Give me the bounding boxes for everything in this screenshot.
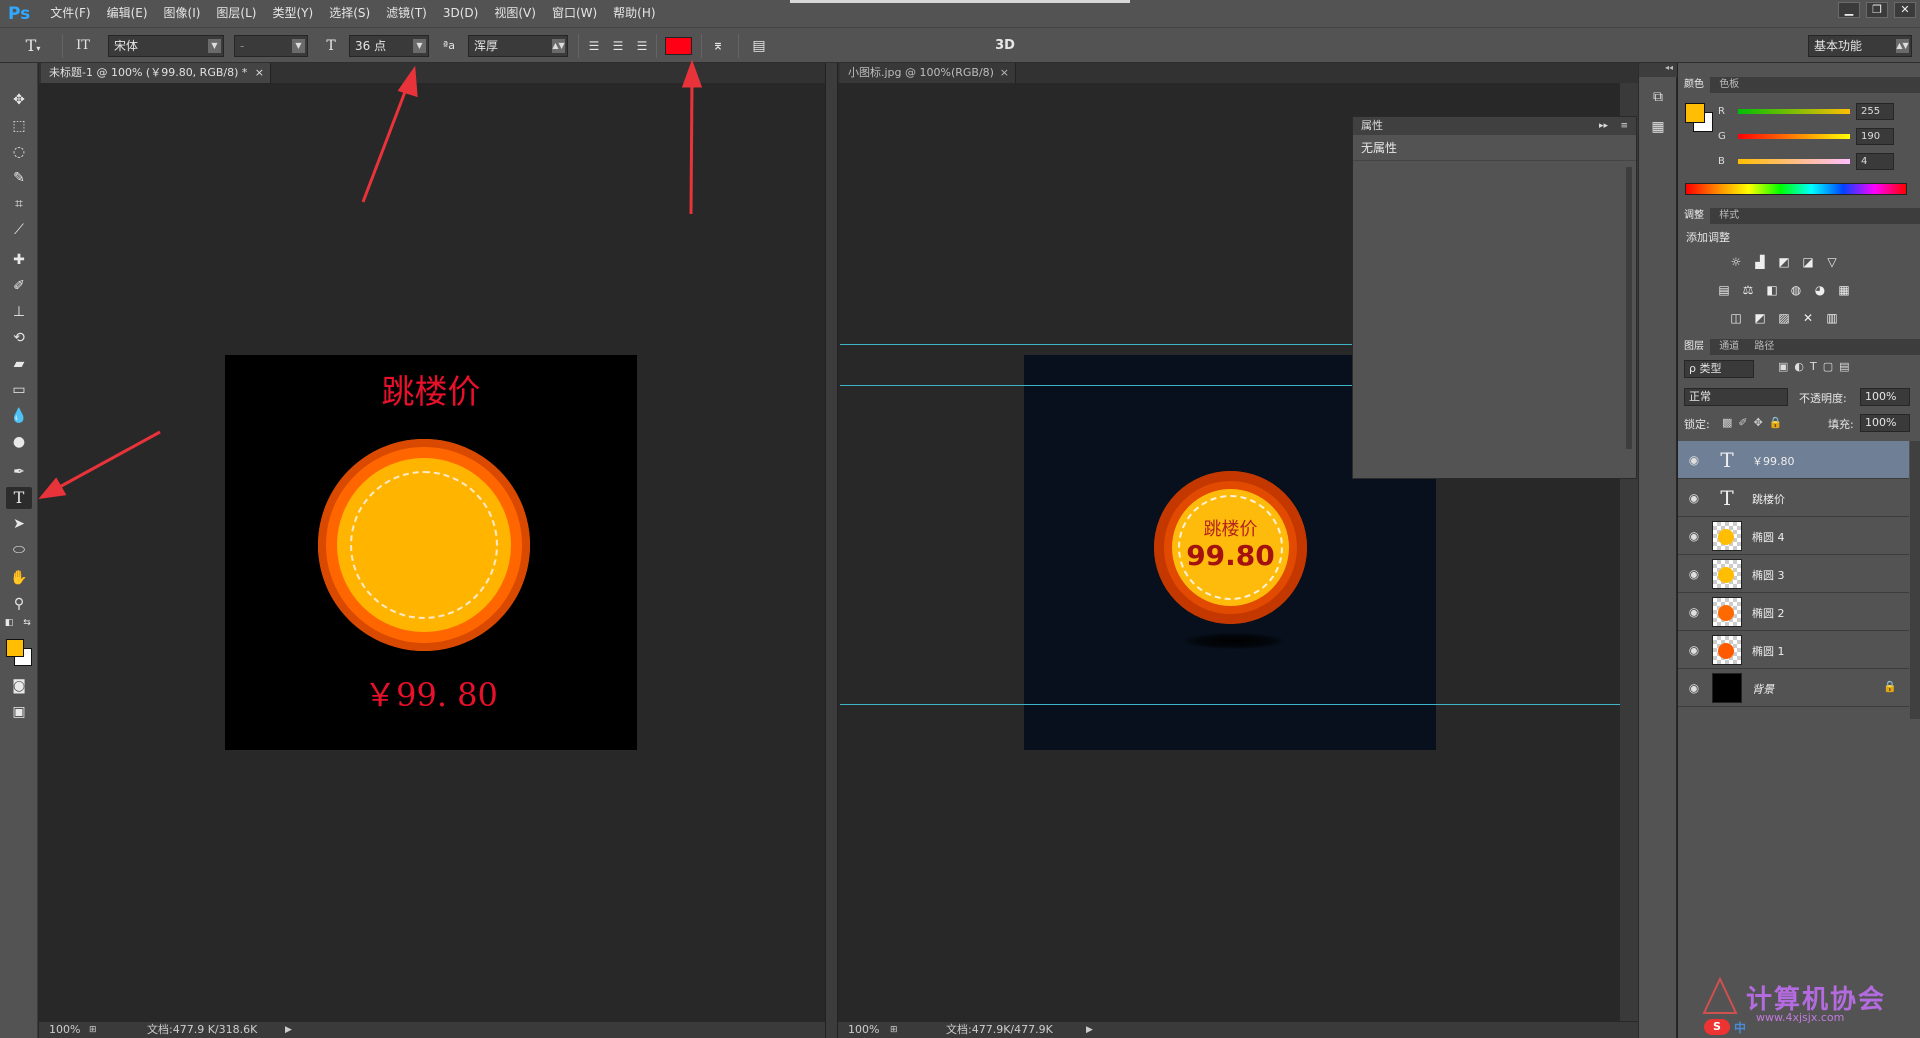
- color-foreground-swatch[interactable]: [1685, 103, 1705, 123]
- photoshop-window: Ps 文件(F) 编辑(E) 图像(I) 图层(L) 类型(Y) 选择(S) 滤…: [0, 0, 1920, 1038]
- watermark: 计算机协会 www.4xjsjx.com S 中: [1700, 975, 1920, 1035]
- annotation-arrows: [38, 59, 703, 500]
- input-method-label[interactable]: 中: [1734, 1019, 1746, 1036]
- arrow-head: [38, 477, 67, 500]
- watermark-logo: [1702, 976, 1738, 1014]
- arrow-head: [397, 65, 418, 98]
- watermark-url: www.4xjsjx.com: [1756, 1011, 1845, 1024]
- arrow-head: [681, 59, 703, 88]
- foreground-color-swatch[interactable]: [6, 639, 24, 657]
- arrow-color: [689, 77, 694, 215]
- arrow-font-size: [361, 83, 410, 203]
- arrow-type-tool: [53, 430, 161, 492]
- input-method-icon[interactable]: S: [1704, 1019, 1730, 1035]
